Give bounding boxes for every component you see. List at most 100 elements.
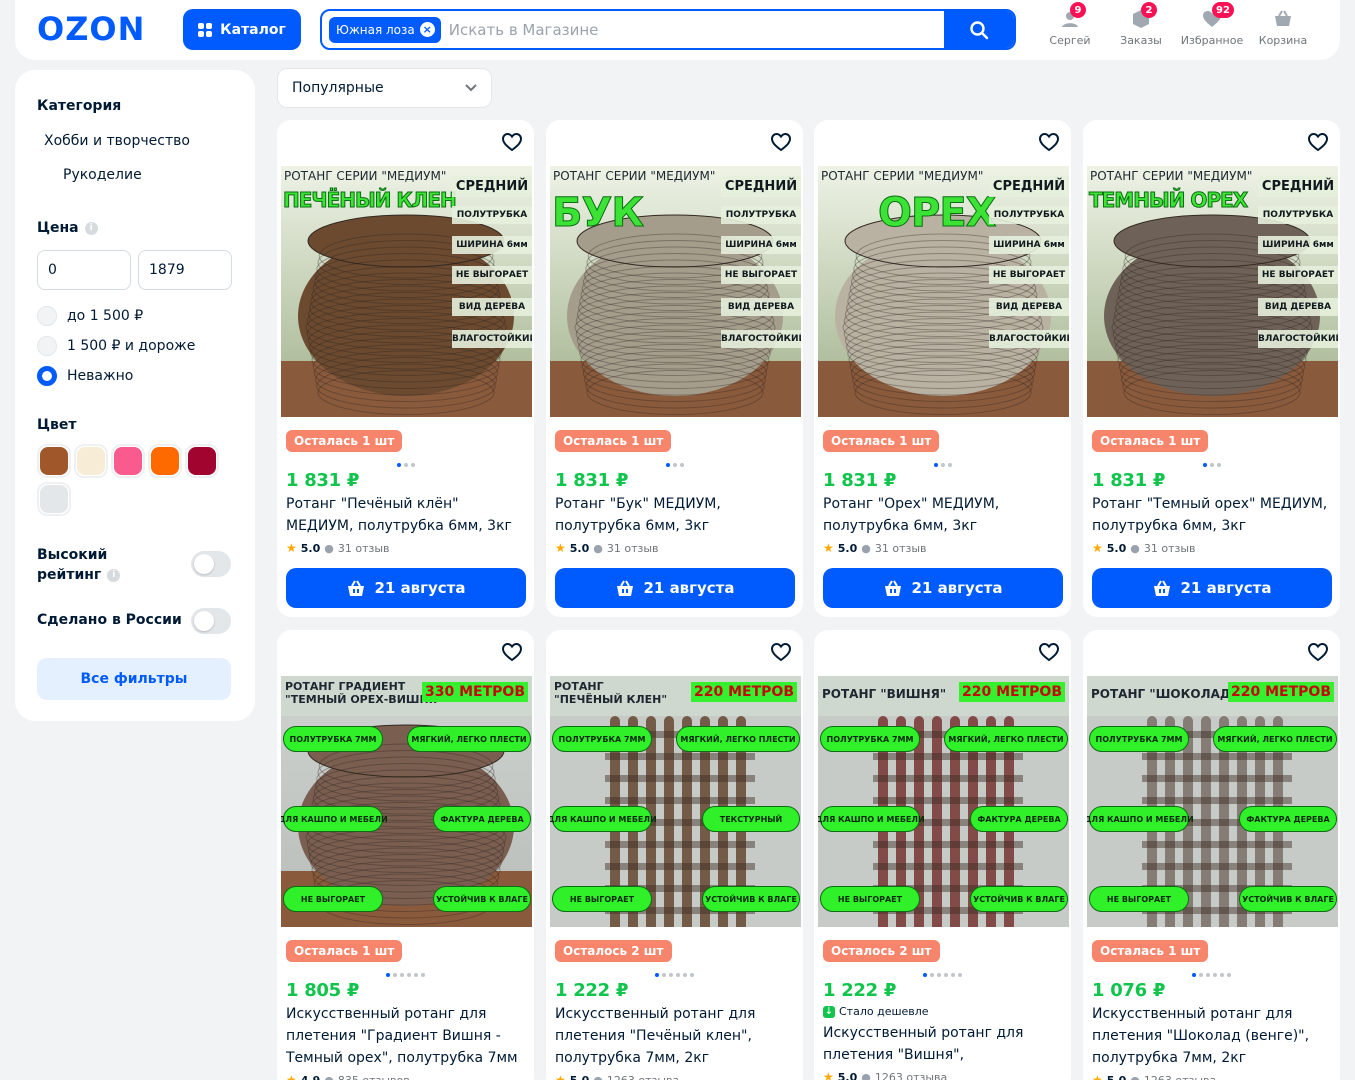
product-title[interactable]: Искусственный ротанг для плетения "Печён…	[555, 1003, 795, 1069]
color-swatch[interactable]	[188, 447, 216, 475]
search-button[interactable]	[944, 11, 1014, 48]
search-input[interactable]	[440, 11, 944, 48]
product-card[interactable]: РОТАНГ ГРАДИЕНТ "ТЕМНЫЙ ОРЕХ-ВИШНЯ" 330 М…	[277, 630, 534, 1080]
review-count[interactable]: 31 отзыв	[875, 542, 927, 555]
product-photo[interactable]: РОТАНГ "ПЕЧЁНЫЙ КЛЕН" 220 МЕТРОВ ПОЛУТРУБК…	[550, 676, 801, 927]
product-title[interactable]: Ротанг "Печёный клён" МЕДИУМ, полутрубка…	[286, 493, 526, 537]
favorite-button[interactable]	[1306, 640, 1330, 664]
price-drop-label: ↓ Стало дешевле	[823, 1005, 929, 1018]
category-needlework[interactable]: Рукоделие	[63, 167, 142, 183]
add-to-cart-button[interactable]: 21 августа	[555, 568, 795, 608]
product-card[interactable]: РОТАНГ СЕРИИ "МЕДИУМ" ПЕЧЁНЫЙ КЛЕН СРЕДНИЙ…	[277, 120, 534, 617]
color-swatch[interactable]	[40, 485, 68, 513]
color-swatch[interactable]	[114, 447, 142, 475]
sort-label: Популярные	[292, 80, 384, 96]
photo-pagination-dots[interactable]	[1083, 463, 1340, 467]
star-icon: ★	[286, 541, 297, 555]
made-in-russia-toggle[interactable]	[191, 608, 231, 634]
heart-outline-icon	[1038, 132, 1060, 152]
header-orders[interactable]: 2 Заказы	[1106, 2, 1176, 47]
favorite-button[interactable]	[769, 130, 793, 154]
add-to-cart-button[interactable]: 21 августа	[286, 568, 526, 608]
product-card[interactable]: РОТАНГ "ШОКОЛАД" 220 МЕТРОВ ПОЛУТРУБКА 7ММ…	[1083, 630, 1340, 1080]
photo-feature-pill: НЕ ВЫГОРАЕТ	[283, 886, 383, 912]
product-title[interactable]: Искусственный ротанг для плетения "Вишня…	[823, 1022, 1063, 1066]
price-option-over-1500[interactable]: 1 500 ₽ и дороже	[37, 336, 195, 356]
close-icon[interactable]: ×	[419, 22, 435, 37]
product-photo[interactable]: РОТАНГ ГРАДИЕНТ "ТЕМНЫЙ ОРЕХ-ВИШНЯ" 330 М…	[281, 676, 532, 927]
photo-pagination-dots[interactable]	[277, 973, 534, 977]
product-photo[interactable]: РОТАНГ "ВИШНЯ" 220 МЕТРОВ ПОЛУТРУБКА 7ММ МЯ…	[818, 676, 1069, 927]
favorite-button[interactable]	[769, 640, 793, 664]
product-title[interactable]: Искусственный ротанг для плетения "Шокол…	[1092, 1003, 1332, 1069]
color-swatch[interactable]	[40, 447, 68, 475]
radio-icon	[37, 306, 57, 326]
review-count[interactable]: 835 отзывов	[338, 1074, 410, 1080]
photo-pagination-dots[interactable]	[277, 463, 534, 467]
product-title[interactable]: Ротанг "Бук" МЕДИУМ, полутрубка 6мм, 3кг	[555, 493, 795, 537]
product-card[interactable]: РОТАНГ СЕРИИ "МЕДИУМ" ТЕМНЫЙ ОРЕХ СРЕДНИЙ П…	[1083, 120, 1340, 617]
favorite-button[interactable]	[500, 130, 524, 154]
product-photo[interactable]: РОТАНГ СЕРИИ "МЕДИУМ" ПЕЧЁНЫЙ КЛЕН СРЕДНИЙ…	[281, 166, 532, 417]
color-swatch[interactable]	[151, 447, 179, 475]
all-filters-button[interactable]: Все фильтры	[37, 658, 231, 700]
product-card[interactable]: РОТАНГ "ВИШНЯ" 220 МЕТРОВ ПОЛУТРУБКА 7ММ МЯ…	[814, 630, 1071, 1080]
price-option-any[interactable]: Неважно	[37, 366, 133, 386]
search-store-chip[interactable]: Южная лоза ×	[329, 16, 441, 43]
photo-pagination-dots[interactable]	[546, 973, 803, 977]
photo-feature-tag: СРЕДНИЙ	[1258, 176, 1338, 197]
catalog-button[interactable]: Каталог	[183, 9, 301, 50]
favorite-button[interactable]	[1037, 130, 1061, 154]
photo-pagination-dots[interactable]	[546, 463, 803, 467]
price-from-input[interactable]	[37, 250, 131, 290]
photo-pagination-dots[interactable]	[1083, 973, 1340, 977]
photo-pagination-dots[interactable]	[814, 463, 1071, 467]
header-profile[interactable]: 9 Сергей	[1035, 2, 1105, 47]
product-photo[interactable]: РОТАНГ СЕРИИ "МЕДИУМ" БУК СРЕДНИЙ ПОЛУТРУБК…	[550, 166, 801, 417]
comment-icon: ●	[593, 541, 603, 555]
star-icon: ★	[1092, 541, 1103, 555]
product-photo[interactable]: РОТАНГ "ШОКОЛАД" 220 МЕТРОВ ПОЛУТРУБКА 7ММ…	[1087, 676, 1338, 927]
add-to-cart-button[interactable]: 21 августа	[823, 568, 1063, 608]
price-option-under-1500[interactable]: до 1 500 ₽	[37, 306, 143, 326]
review-count[interactable]: 31 отзыв	[338, 542, 390, 555]
review-count[interactable]: 1263 отзыва	[1144, 1074, 1216, 1080]
product-title[interactable]: Ротанг "Орех" МЕДИУМ, полутрубка 6мм, 3к…	[823, 493, 1063, 537]
product-title[interactable]: Искусственный ротанг для плетения "Гради…	[286, 1003, 526, 1069]
header-favorites[interactable]: 92 Избранное	[1177, 2, 1247, 47]
header-cart[interactable]: Корзина	[1248, 8, 1318, 47]
add-to-cart-button[interactable]: 21 августа	[1092, 568, 1332, 608]
review-count[interactable]: 1263 отзыва	[607, 1074, 679, 1080]
rating-value: 5.0	[569, 1073, 590, 1080]
review-count[interactable]: 1263 отзыва	[875, 1071, 947, 1080]
product-rating: ★ 5.0 ● 31 отзыв	[286, 541, 390, 555]
color-swatch[interactable]	[77, 447, 105, 475]
product-card[interactable]: РОТАНГ СЕРИИ "МЕДИУМ" БУК СРЕДНИЙ ПОЛУТРУБК…	[546, 120, 803, 617]
product-photo[interactable]: РОТАНГ СЕРИИ "МЕДИУМ" ОРЕХ СРЕДНИЙ ПОЛУТРУБ…	[818, 166, 1069, 417]
made-in-russia-label: Сделано в России	[37, 612, 182, 628]
photo-pagination-dots[interactable]	[814, 973, 1071, 977]
favorite-button[interactable]	[1306, 130, 1330, 154]
rating-value: 4.9	[300, 1073, 321, 1080]
ozon-logo[interactable]: OZON	[37, 10, 145, 48]
info-icon[interactable]: i	[84, 221, 98, 235]
photo-feature-pill: МЯГКИЙ, ЛЕГКО ПЛЕСТИ	[407, 726, 531, 752]
review-count[interactable]: 31 отзыв	[607, 542, 659, 555]
stock-badge: Осталась 1 шт	[823, 430, 940, 452]
favorite-button[interactable]	[500, 640, 524, 664]
high-rating-toggle[interactable]	[191, 551, 231, 577]
photo-length-tag: 330 МЕТРОВ	[422, 682, 528, 702]
product-card[interactable]: РОТАНГ СЕРИИ "МЕДИУМ" ОРЕХ СРЕДНИЙ ПОЛУТРУБ…	[814, 120, 1071, 617]
category-hobby[interactable]: Хобби и творчество	[44, 133, 190, 149]
favorite-button[interactable]	[1037, 640, 1061, 664]
product-rating: ★ 5.0 ● 31 отзыв	[555, 541, 659, 555]
price-to-input[interactable]	[138, 250, 232, 290]
sort-select[interactable]: Популярные	[277, 68, 492, 108]
product-card[interactable]: РОТАНГ "ПЕЧЁНЫЙ КЛЕН" 220 МЕТРОВ ПОЛУТРУБК…	[546, 630, 803, 1080]
info-icon[interactable]: i	[107, 568, 121, 582]
review-count[interactable]: 31 отзыв	[1144, 542, 1196, 555]
product-photo[interactable]: РОТАНГ СЕРИИ "МЕДИУМ" ТЕМНЫЙ ОРЕХ СРЕДНИЙ П…	[1087, 166, 1338, 417]
product-rating: ★ 4.9 ● 835 отзывов	[286, 1073, 410, 1080]
photo-feature-tag: НЕ ВЫГОРАЕТ	[721, 266, 801, 284]
product-title[interactable]: Ротанг "Темный орех" МЕДИУМ, полутрубка …	[1092, 493, 1332, 537]
